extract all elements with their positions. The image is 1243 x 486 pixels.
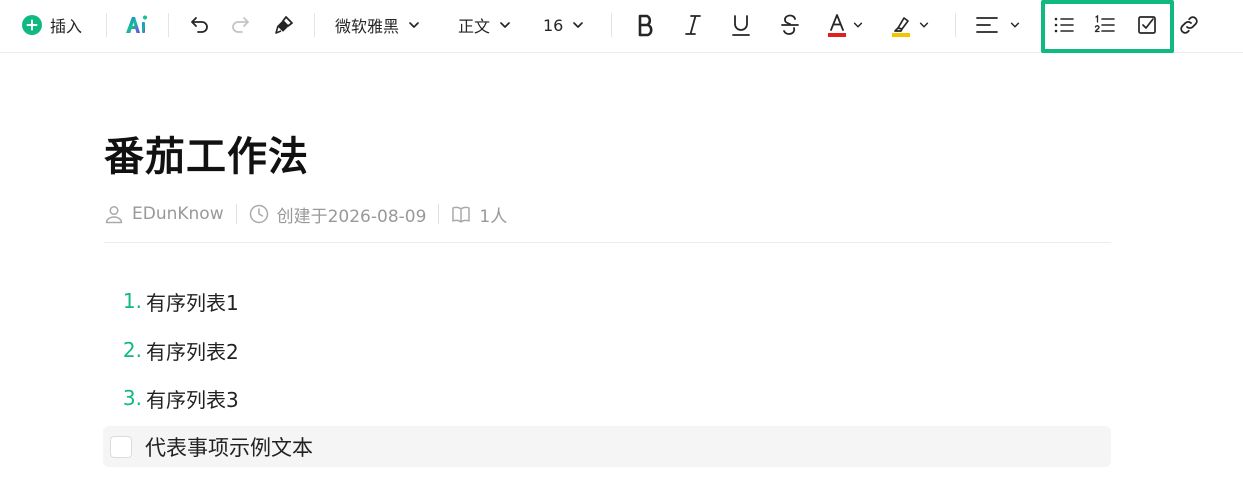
title-divider [104,242,1111,243]
insert-button[interactable]: 插入 [22,7,82,43]
meta-author: EDunKnow [104,204,224,224]
paragraph-style-select[interactable]: 正文 [458,7,512,43]
created-date: 创建于2026-08-09 [276,206,427,227]
editor-toolbar: 插入 微软雅黑 正文 16 [0,0,1243,53]
undo-icon [191,17,208,33]
toolbar-divider [611,13,612,37]
bullet-list-icon [1054,17,1074,33]
todo-item-text: 代表事项示例文本 [145,435,313,460]
paragraph-style-value: 正文 [458,17,491,36]
insert-label: 插入 [50,17,83,36]
list-number: 2. [122,338,142,362]
redo-icon [232,17,249,33]
chevron-down-icon [573,22,584,28]
meta-readers[interactable]: 1人 [451,202,507,227]
toolbar-divider [314,13,315,37]
link-icon [1180,16,1198,34]
document-meta: EDunKnow 创建于2026-08-09 1人 [104,200,507,228]
underline-icon [732,15,750,36]
align-left-icon [976,17,998,33]
list-number: 3. [122,386,142,410]
strikethrough-icon [781,14,799,35]
book-icon [452,206,471,223]
meta-created: 创建于2026-08-09 [249,202,427,227]
ai-button[interactable] [122,7,152,43]
toolbar-divider [955,13,956,37]
toolbar-divider [106,13,107,37]
list-item-text: 有序列表1 [146,290,239,315]
todo-list-button[interactable] [1135,7,1159,43]
ordered-list-icon [1094,15,1115,33]
bold-icon [638,14,653,37]
format-painter-button[interactable] [270,7,298,43]
font-family-select[interactable]: 微软雅黑 [335,7,421,43]
list-item[interactable]: 3. 有序列表3 [104,383,239,413]
font-family-value: 微软雅黑 [335,17,400,36]
document-title[interactable]: 番茄工作法 [104,124,309,182]
redo-button[interactable] [226,7,254,43]
ai-icon [126,15,147,33]
chevron-down-icon [409,22,419,28]
todo-item[interactable]: 代表事项示例文本 [103,426,1111,467]
list-number: 1. [122,289,142,313]
strikethrough-button[interactable] [776,7,804,43]
author-name: EDunKnow [132,204,224,224]
link-button[interactable] [1176,7,1202,43]
meta-divider [235,204,237,224]
meta-divider [438,204,440,224]
chevron-down-icon [1010,22,1020,28]
font-size-select[interactable]: 16 [543,7,585,43]
underline-button[interactable] [727,7,755,43]
list-item-text: 有序列表2 [146,339,239,364]
todo-checkbox[interactable] [110,435,132,458]
list-item[interactable]: 1. 有序列表1 [104,286,239,316]
italic-icon [685,15,701,35]
list-item-text: 有序列表3 [146,387,239,412]
text-color-icon [828,14,846,37]
font-size-value: 16 [543,15,564,35]
align-button[interactable] [975,7,1021,43]
undo-button[interactable] [186,7,214,43]
italic-button[interactable] [679,7,707,43]
chevron-down-icon [853,22,863,28]
chevron-down-icon [500,22,510,28]
toolbar-divider [168,13,169,37]
checkbox-icon [1138,16,1156,34]
list-item[interactable]: 2. 有序列表2 [104,335,239,365]
chevron-down-icon [919,22,929,28]
bullet-list-button[interactable] [1052,7,1076,43]
plus-circle-icon [22,15,42,35]
highlighter-icon [892,17,910,37]
user-icon [105,205,123,224]
text-color-button[interactable] [826,7,864,43]
format-brush-icon [275,16,293,34]
highlight-color-button[interactable] [890,7,930,43]
ordered-list-button[interactable] [1093,7,1117,43]
clock-icon [249,204,268,224]
bold-button[interactable] [632,7,660,43]
reader-count: 1人 [479,206,508,227]
